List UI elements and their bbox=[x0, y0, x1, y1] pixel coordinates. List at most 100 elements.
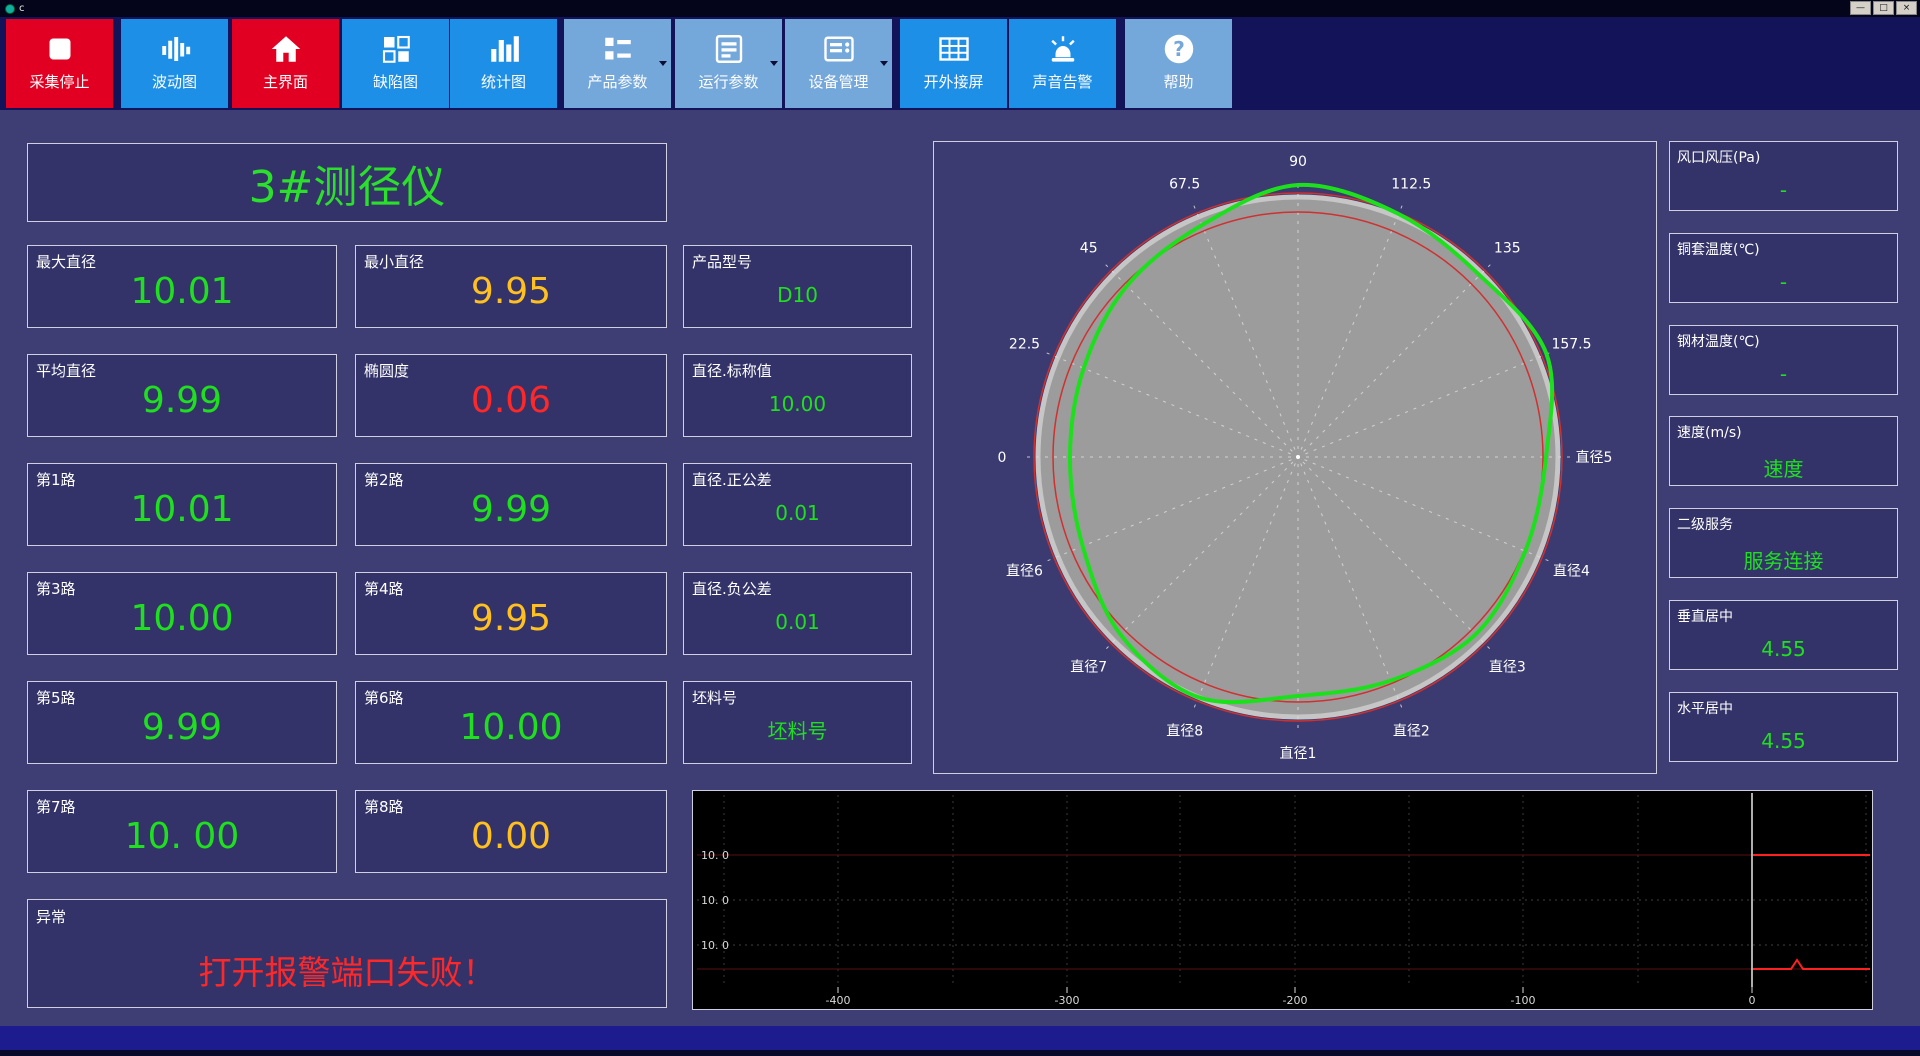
close-button[interactable]: × bbox=[1896, 1, 1917, 15]
dropdown-arrow-icon[interactable] bbox=[770, 61, 778, 66]
metric-box: 第6路 10.00 bbox=[355, 681, 667, 764]
metric-value: 9.99 bbox=[470, 489, 552, 530]
toolbar-button-label: 设备管理 bbox=[808, 73, 869, 91]
window-controls: — □ × bbox=[1850, 1, 1917, 15]
toolbar-button-run-params[interactable]: 运行参数 bbox=[675, 19, 782, 108]
metric-label: 第1路 bbox=[36, 471, 76, 489]
trend-y-label: 10. 0 bbox=[701, 939, 729, 952]
gauge-title-panel: 3#测径仪 bbox=[27, 143, 667, 222]
metric-box: 椭圆度 0.06 bbox=[355, 354, 667, 437]
metric-value: 0.00 bbox=[470, 816, 552, 857]
metric-box: 第8路 0.00 bbox=[355, 790, 667, 873]
metric-label: 平均直径 bbox=[36, 362, 97, 380]
run-params-icon bbox=[711, 29, 747, 69]
status-box: 铜套温度(℃) - bbox=[1669, 233, 1898, 303]
toolbar-button-label: 开外接屏 bbox=[923, 73, 984, 91]
metric-label: 第2路 bbox=[364, 471, 404, 489]
toolbar-button-sound-alarm[interactable]: 声音告警 bbox=[1009, 19, 1116, 108]
polar-label: 112.5 bbox=[1391, 177, 1431, 193]
toolbar-button-label: 缺陷图 bbox=[372, 73, 418, 91]
toolbar-button-label: 统计图 bbox=[480, 73, 526, 91]
minimize-button[interactable]: — bbox=[1850, 1, 1871, 15]
product-params-icon bbox=[600, 29, 636, 69]
polar-label: 135 bbox=[1494, 241, 1521, 257]
toolbar-button-stop-collect[interactable]: 采集停止 bbox=[6, 19, 113, 108]
toolbar-button-defect-chart[interactable]: 缺陷图 bbox=[342, 19, 449, 108]
toolbar-button-help[interactable]: ? 帮助 bbox=[1125, 19, 1232, 108]
metric-box: 平均直径 9.99 bbox=[27, 354, 337, 437]
home-icon bbox=[268, 29, 304, 69]
metric-box: 第4路 9.95 bbox=[355, 572, 667, 655]
polar-label: 直径5 bbox=[1576, 449, 1613, 466]
metric-label: 最小直径 bbox=[364, 253, 425, 271]
status-box: 风口风压(Pa) - bbox=[1669, 141, 1898, 211]
status-value: - bbox=[1779, 362, 1788, 386]
polar-label: 直径3 bbox=[1489, 658, 1526, 675]
toolbar-button-main-screen[interactable]: 主界面 bbox=[232, 19, 339, 108]
window-titlebar: c — □ × bbox=[0, 0, 1920, 17]
status-value: 4.55 bbox=[1761, 637, 1806, 661]
toolbar-button-device-mgmt[interactable]: 设备管理 bbox=[785, 19, 892, 108]
metric-label: 直径.负公差 bbox=[692, 580, 772, 598]
status-value: 4.55 bbox=[1761, 729, 1806, 753]
metric-label: 直径.正公差 bbox=[692, 471, 772, 489]
alarm-box: 异常 打开报警端口失败！ bbox=[27, 899, 667, 1008]
status-box: 钢材温度(℃) - bbox=[1669, 325, 1898, 395]
metric-label: 第5路 bbox=[36, 689, 76, 707]
metric-value: 0.06 bbox=[470, 380, 552, 421]
gauge-title: 3#测径仪 bbox=[248, 161, 446, 213]
toolbar-button-label: 产品参数 bbox=[587, 73, 648, 91]
polar-profile-panel: 0 22.5 45 67.5 90 112.5 135 157.5 直径5 直径4 直径3 直径2 直径… bbox=[933, 141, 1657, 774]
metric-value: 9.99 bbox=[141, 707, 223, 748]
trend-chart: 10. 0 10. 0 10. 0 -400 -300 -200 -100 0 bbox=[693, 791, 1872, 1009]
status-value: - bbox=[1779, 178, 1788, 202]
polar-profile-chart: 0 22.5 45 67.5 90 112.5 135 157.5 直径5 直径4 直径3 直径2 直径… bbox=[998, 154, 1613, 762]
metric-label: 第3路 bbox=[36, 580, 76, 598]
metric-label: 产品型号 bbox=[692, 253, 753, 271]
metric-label: 直径.标称值 bbox=[692, 362, 772, 380]
polar-label: 直径2 bbox=[1393, 723, 1430, 740]
bar-chart-icon bbox=[486, 29, 522, 69]
metric-value: 10.01 bbox=[130, 489, 234, 530]
toolbar-button-label: 采集停止 bbox=[29, 73, 90, 91]
toolbar-button-stats-chart[interactable]: 统计图 bbox=[450, 19, 557, 108]
trend-x-label: -200 bbox=[1283, 994, 1308, 1007]
metric-value: 9.95 bbox=[470, 598, 552, 639]
status-label: 速度(m/s) bbox=[1677, 425, 1742, 441]
trend-x-label: -300 bbox=[1055, 994, 1080, 1007]
window-bottom-edge bbox=[0, 1050, 1920, 1056]
svg-text:?: ? bbox=[1173, 37, 1185, 61]
metric-box: 直径.正公差 0.01 bbox=[683, 463, 912, 546]
metric-box: 产品型号 D10 bbox=[683, 245, 912, 328]
metric-value: 10.01 bbox=[130, 271, 234, 312]
metric-label: 最大直径 bbox=[36, 253, 97, 271]
polar-label: 45 bbox=[1080, 241, 1098, 257]
metric-box: 直径.标称值 10.00 bbox=[683, 354, 912, 437]
metric-value: 10.00 bbox=[130, 598, 234, 639]
metric-value: D10 bbox=[777, 283, 818, 307]
toolbar-button-wave-chart[interactable]: 波动图 bbox=[121, 19, 228, 108]
polar-label: 22.5 bbox=[1009, 337, 1040, 353]
metric-label: 椭圆度 bbox=[364, 362, 410, 380]
metric-label: 第4路 bbox=[364, 580, 404, 598]
maximize-button[interactable]: □ bbox=[1873, 1, 1894, 15]
status-label: 铜套温度(℃) bbox=[1677, 242, 1760, 258]
toolbar-button-label: 帮助 bbox=[1163, 73, 1194, 91]
status-box: 垂直居中 4.55 bbox=[1669, 600, 1898, 670]
alarm-message: 打开报警端口失败！ bbox=[198, 953, 496, 992]
external-screen-icon bbox=[936, 29, 972, 69]
polar-label: 直径1 bbox=[1280, 745, 1317, 762]
polar-label: 67.5 bbox=[1169, 177, 1200, 193]
dropdown-arrow-icon[interactable] bbox=[880, 61, 888, 66]
trend-y-label: 10. 0 bbox=[701, 894, 729, 907]
status-label: 风口风压(Pa) bbox=[1677, 150, 1761, 166]
metric-box: 第7路 10. 00 bbox=[27, 790, 337, 873]
dropdown-arrow-icon[interactable] bbox=[659, 61, 667, 66]
metric-box: 直径.负公差 0.01 bbox=[683, 572, 912, 655]
metric-value: 10.00 bbox=[768, 392, 827, 416]
toolbar-button-ext-screen[interactable]: 开外接屏 bbox=[900, 19, 1007, 108]
toolbar-button-label: 运行参数 bbox=[698, 73, 759, 91]
polar-label: 直径8 bbox=[1166, 723, 1203, 740]
metric-value: 10.00 bbox=[459, 707, 563, 748]
toolbar-button-product-params[interactable]: 产品参数 bbox=[564, 19, 671, 108]
